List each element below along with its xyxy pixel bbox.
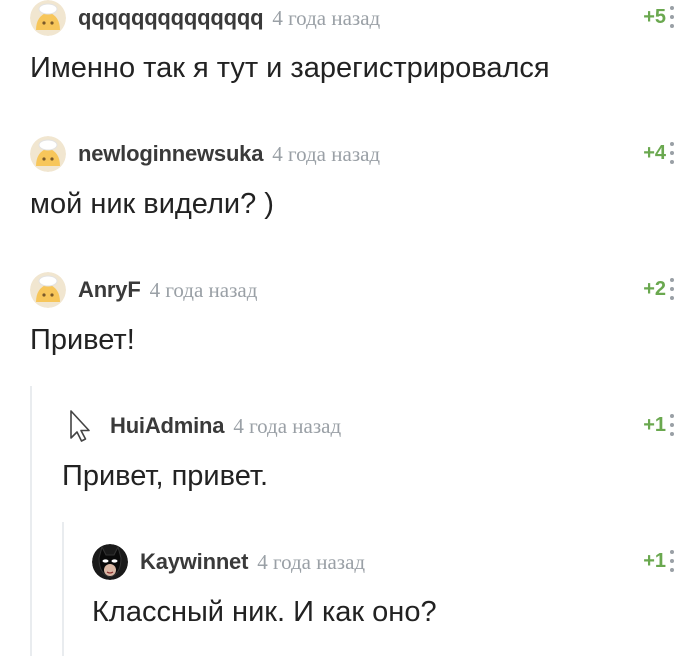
comment-header: HuiAdmina 4 года назад +1: [62, 408, 700, 444]
comment-author[interactable]: AnryF: [78, 277, 141, 303]
more-options-icon[interactable]: [668, 548, 676, 574]
catwoman-avatar-icon[interactable]: [92, 544, 128, 580]
comment-author[interactable]: newloginnewsuka: [78, 141, 263, 167]
comments-page: qqqqqqqqqqqqqq 4 года назад +5 Именно та…: [0, 0, 700, 656]
comment-time[interactable]: 4 года назад: [257, 550, 365, 575]
reply-comment: Kaywinnet 4 года назад +1 Классный ник. …: [92, 544, 700, 630]
comment-header: newloginnewsuka 4 года назад +4: [30, 136, 700, 172]
comment-author[interactable]: HuiAdmina: [110, 413, 225, 439]
more-options-icon[interactable]: [668, 412, 676, 438]
more-options-icon[interactable]: [668, 276, 676, 302]
comment-rating: +4: [643, 142, 666, 164]
comment-time[interactable]: 4 года назад: [233, 414, 341, 439]
comment-rating: +1: [643, 550, 666, 572]
pikabu-default-avatar-icon[interactable]: [30, 0, 66, 36]
comment-header: Kaywinnet 4 года назад +1: [92, 544, 700, 580]
comment: qqqqqqqqqqqqqq 4 года назад +5 Именно та…: [30, 0, 700, 86]
reply-comment: HuiAdmina 4 года назад +1 Привет, привет…: [62, 408, 700, 494]
comment-text: Классный ник. И как оно?: [92, 596, 437, 628]
comment-text: мой ник видели? ): [30, 188, 274, 220]
more-options-icon[interactable]: [668, 4, 676, 30]
comment-time[interactable]: 4 года назад: [272, 6, 380, 31]
comment-rating: +1: [643, 414, 666, 436]
comment-time[interactable]: 4 года назад: [150, 278, 258, 303]
comment-rating: +2: [643, 278, 666, 300]
comment-rating: +5: [643, 6, 666, 28]
comment-author[interactable]: qqqqqqqqqqqqqq: [78, 5, 264, 31]
comment: AnryF 4 года назад +2 Привет!: [30, 272, 700, 358]
comment: newloginnewsuka 4 года назад +4 мой ник …: [30, 136, 700, 222]
mouse-cursor-icon[interactable]: [62, 408, 98, 444]
comment-header: qqqqqqqqqqqqqq 4 года назад +5: [30, 0, 700, 36]
comment-text: Привет!: [30, 324, 135, 356]
thread-line-level-2: [62, 522, 64, 656]
comment-time[interactable]: 4 года назад: [272, 142, 380, 167]
pikabu-default-avatar-icon[interactable]: [30, 136, 66, 172]
more-options-icon[interactable]: [668, 140, 676, 166]
comment-text: Именно так я тут и зарегистрировался: [30, 52, 550, 84]
pikabu-default-avatar-icon[interactable]: [30, 272, 66, 308]
thread-line-level-1: [30, 386, 32, 656]
comment-author[interactable]: Kaywinnet: [140, 549, 248, 575]
comment-text: Привет, привет.: [62, 460, 269, 492]
comment-header: AnryF 4 года назад +2: [30, 272, 700, 308]
